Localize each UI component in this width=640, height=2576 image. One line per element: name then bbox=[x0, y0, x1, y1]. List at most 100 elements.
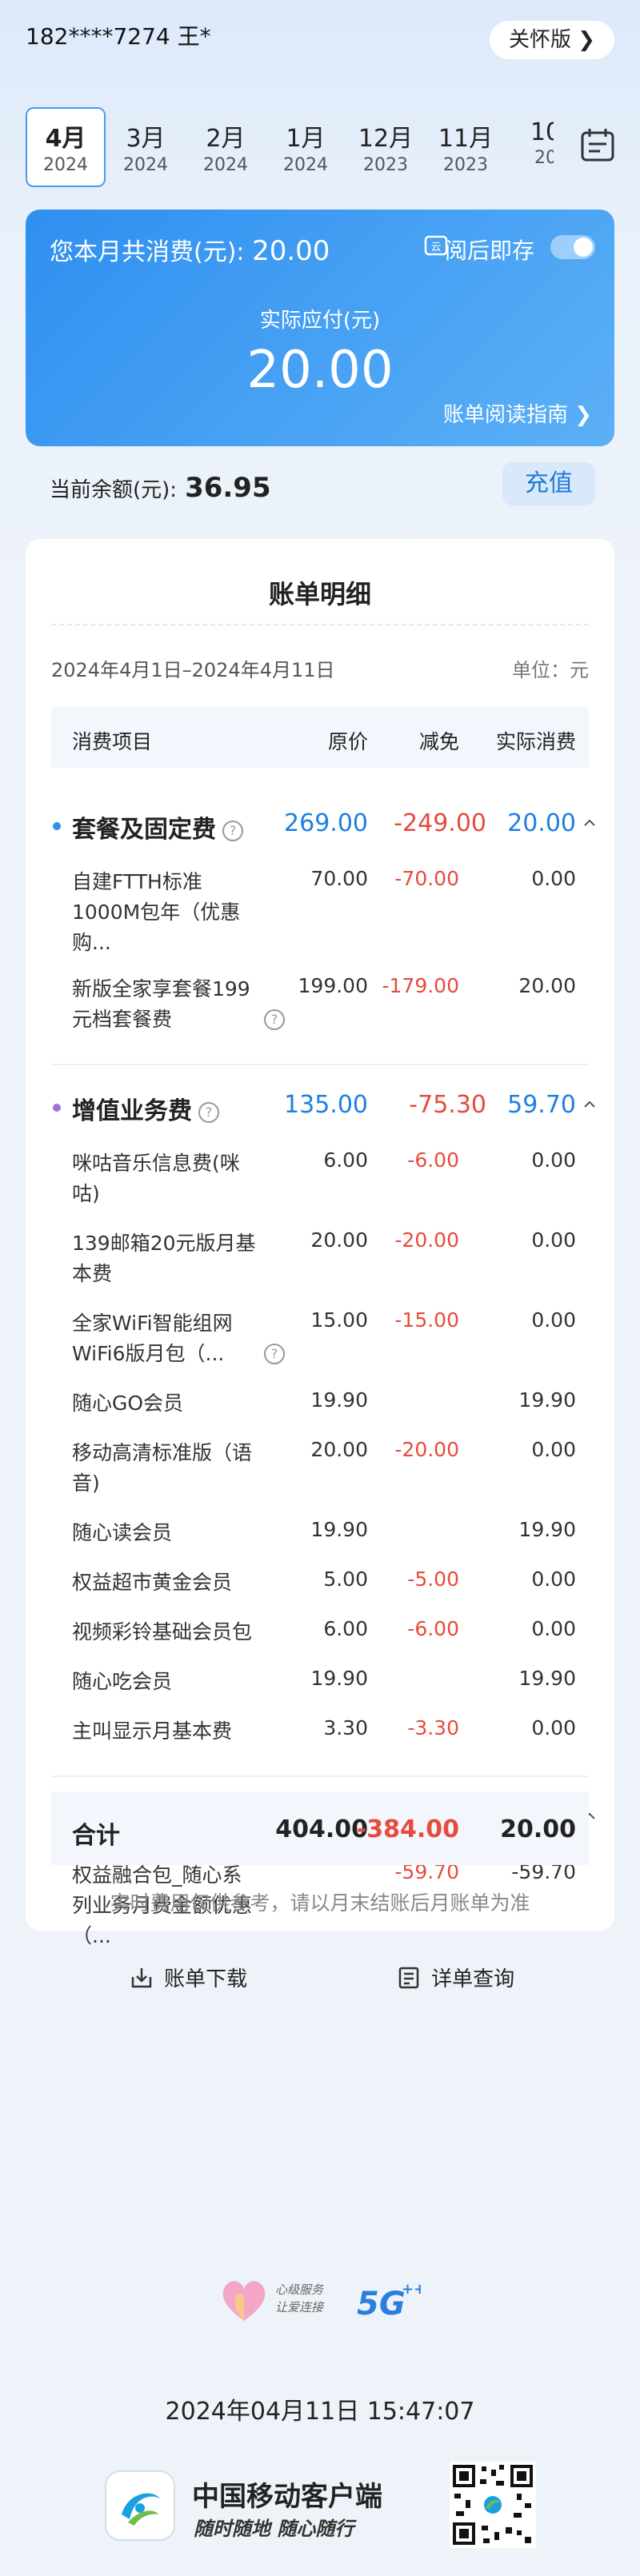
monthly-total-label: 您本月共消费(元): bbox=[50, 238, 245, 266]
item-orig: 15.00 bbox=[310, 1308, 368, 1332]
monthly-total-value: 20.00 bbox=[252, 235, 330, 267]
month-label: 1月 bbox=[286, 125, 326, 153]
item-name: 新版全家享套餐199 元档套餐费? bbox=[72, 974, 288, 1035]
slogan-line-1: 心级服务 bbox=[275, 2282, 324, 2297]
month-label: 2月 bbox=[206, 125, 246, 153]
item-disc: -5.00 bbox=[407, 1568, 459, 1591]
month-tab[interactable]: 12月 2023 bbox=[346, 107, 426, 187]
save-after-read-label: 阅后即存 bbox=[444, 238, 534, 264]
china-mobile-logo-icon bbox=[105, 2470, 175, 2541]
calendar-icon[interactable] bbox=[579, 126, 616, 163]
item-actual: 0.00 bbox=[531, 1228, 576, 1252]
category-disc: -75.30 bbox=[409, 1091, 486, 1119]
item-orig: 3.30 bbox=[323, 1716, 368, 1739]
svg-text:++: ++ bbox=[402, 2281, 421, 2298]
year-label: 2023 bbox=[443, 155, 488, 175]
app-banner: 中国移动客户端 随时随地 随心随行 bbox=[104, 2462, 536, 2550]
header-disc: 减免 bbox=[418, 730, 459, 753]
timestamp: 2024年04月11日 15:47:07 bbox=[165, 2398, 475, 2426]
app-name: 中国移动客户端 bbox=[192, 2481, 382, 2513]
item-name-line: 139邮箱20元版月基 bbox=[72, 1232, 256, 1255]
month-tab[interactable]: 4月 2024 bbox=[26, 107, 106, 187]
item-orig: 19.90 bbox=[310, 1667, 368, 1690]
category-name-text: 增值业务费 bbox=[72, 1097, 192, 1125]
item-orig: 6.00 bbox=[323, 1148, 368, 1172]
year-label: 2024 bbox=[43, 155, 88, 175]
date-range: 2024年4月1日–2024年4月11日 bbox=[51, 659, 335, 681]
item-name-line: 随心读会员 bbox=[72, 1521, 173, 1544]
svg-text:云: 云 bbox=[430, 242, 441, 254]
item-actual: 0.00 bbox=[531, 867, 576, 890]
svg-text:5G: 5G bbox=[357, 2286, 406, 2322]
item-name: 主叫显示月基本费 bbox=[72, 1716, 288, 1747]
month-tab[interactable]: 2月 2024 bbox=[186, 107, 266, 187]
recharge-button[interactable]: 充值 bbox=[502, 462, 595, 505]
payable-amount: 20.00 bbox=[246, 341, 394, 400]
unit-label: 单位：元 bbox=[512, 659, 589, 681]
item-actual: 20.00 bbox=[518, 974, 576, 997]
item-orig: 20.00 bbox=[310, 1228, 368, 1252]
item-name-line: 购... bbox=[72, 931, 111, 954]
item-name: 咪咕音乐信息费(咪 咕) bbox=[72, 1148, 288, 1209]
balance-label: 当前余额(元): bbox=[50, 478, 178, 502]
help-icon[interactable]: ? bbox=[198, 1101, 219, 1123]
item-actual: 0.00 bbox=[531, 1148, 576, 1172]
item-name-line: 随心吃会员 bbox=[72, 1670, 173, 1693]
category-name: 套餐及固定费? bbox=[72, 809, 243, 845]
category-name-text: 套餐及固定费 bbox=[72, 816, 216, 844]
month-tab[interactable]: 3月 2024 bbox=[106, 107, 186, 187]
bill-guide-link[interactable]: 账单阅读指南 ❯ bbox=[443, 398, 592, 428]
item-name: 权益超市黄金会员 bbox=[72, 1568, 288, 1598]
download-button[interactable]: 账单下载 bbox=[130, 1963, 247, 1992]
month-selector: 4月 2024 3月 2024 2月 2024 1月 2024 12月 2023 11月 2023 10… bbox=[26, 107, 554, 187]
care-mode-button[interactable]: 关怀版 ❯ bbox=[489, 21, 614, 59]
category-orig: 135.00 bbox=[284, 1091, 368, 1119]
collapse-chevron-icon[interactable] bbox=[582, 1097, 597, 1112]
5g-logo-icon: 5G ++ bbox=[357, 2281, 421, 2322]
item-actual: 19.90 bbox=[518, 1667, 576, 1690]
detail-title: 账单明细 bbox=[268, 579, 371, 609]
item-name-line: 新版全家享套餐199 bbox=[72, 977, 250, 1000]
item-actual: 0.00 bbox=[531, 1308, 576, 1332]
item-name-line: 咕) bbox=[72, 1182, 100, 1205]
month-tab[interactable]: 11月 2023 bbox=[426, 107, 506, 187]
header-actual: 实际消费 bbox=[495, 730, 576, 753]
collapse-chevron-icon[interactable] bbox=[582, 816, 597, 830]
item-name: 随心吃会员 bbox=[72, 1667, 288, 1697]
category-name: 增值业务费? bbox=[72, 1091, 219, 1126]
item-name-line: 元档套餐费 bbox=[72, 1008, 173, 1031]
divider bbox=[51, 624, 589, 625]
disclaimer-note: 实时费用仅供参考，请以月末结账后月账单为准 bbox=[110, 1891, 530, 1915]
header-orig: 原价 bbox=[327, 730, 368, 753]
bill-detail-card: 账单明细 2024年4月1日–2024年4月11日 单位：元 消费项目 原价 减… bbox=[26, 539, 614, 1991]
heart-logo-icon bbox=[222, 2281, 266, 2321]
category-actual: 20.00 bbox=[507, 809, 576, 837]
save-after-read-toggle[interactable] bbox=[550, 235, 595, 259]
item-orig: 19.90 bbox=[310, 1388, 368, 1412]
item-disc: -6.00 bbox=[407, 1617, 459, 1640]
item-name-line: WiFi6版月包（... bbox=[72, 1342, 225, 1365]
detail-query-button[interactable]: 详单查询 bbox=[397, 1963, 514, 1992]
item-name-line: 咪咕音乐信息费(咪 bbox=[72, 1152, 240, 1175]
item-disc: -70.00 bbox=[394, 867, 459, 890]
item-disc: -3.30 bbox=[407, 1716, 459, 1739]
help-icon[interactable]: ? bbox=[264, 1344, 285, 1364]
help-icon[interactable]: ? bbox=[222, 820, 243, 841]
balance-value: 36.95 bbox=[185, 472, 271, 504]
item-name: 随心读会员 bbox=[72, 1518, 288, 1548]
year-label: 2024 bbox=[123, 155, 168, 175]
year-label: 2024 bbox=[203, 155, 248, 175]
total-orig: 404.00 bbox=[275, 1815, 368, 1843]
month-tab[interactable]: 1月 2024 bbox=[266, 107, 346, 187]
month-label: 11月 bbox=[438, 125, 494, 153]
item-name-line: 自建FTTH标准 bbox=[72, 870, 202, 893]
month-tab[interactable]: 10 20 bbox=[506, 107, 554, 187]
phone-number: 182****7274 王* bbox=[26, 23, 211, 50]
item-orig: 5.00 bbox=[323, 1568, 368, 1591]
item-actual: 19.90 bbox=[518, 1518, 576, 1541]
item-name: 自建FTTH标准 1000M包年（优惠 购... bbox=[72, 867, 288, 958]
download-label: 账单下载 bbox=[164, 1967, 248, 1991]
help-icon[interactable]: ? bbox=[264, 1009, 285, 1030]
item-name: 移动高清标准版（语 音) bbox=[72, 1438, 288, 1499]
service-logo: 心级服务 让爱连接 5G ++ bbox=[216, 2271, 424, 2327]
